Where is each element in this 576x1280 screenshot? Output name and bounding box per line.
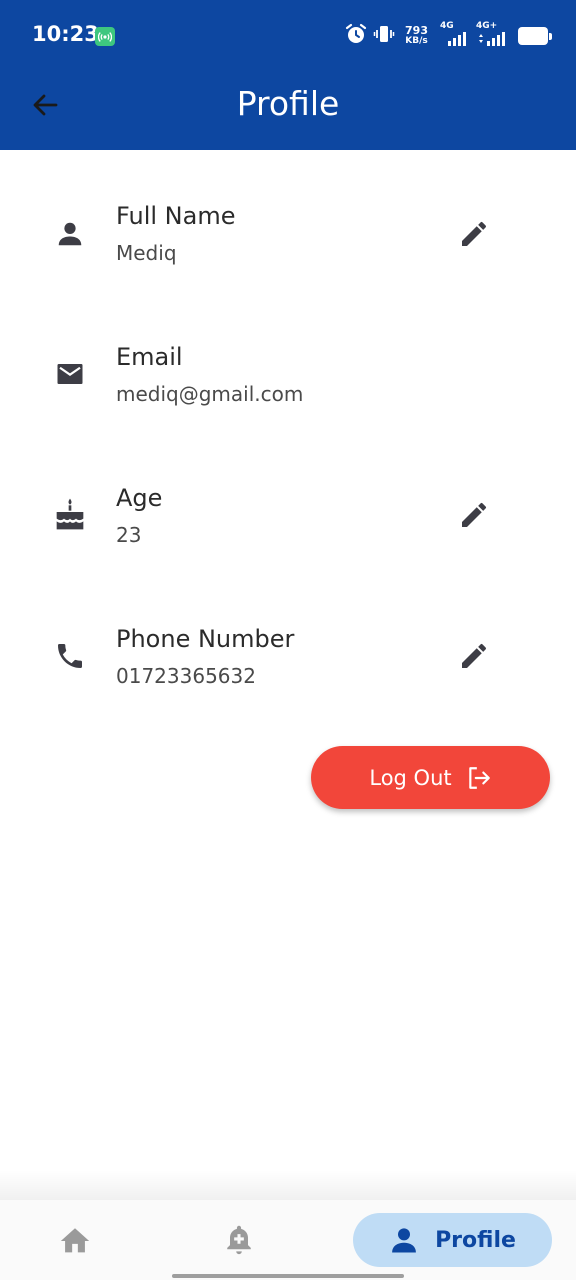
add-alarm-icon: [227, 1225, 251, 1255]
mail-icon: [50, 354, 90, 394]
page-title: Profile: [236, 84, 340, 123]
logout-button[interactable]: Log Out: [311, 746, 550, 809]
bottom-nav: Profile: [0, 1200, 576, 1280]
edit-icon: [462, 502, 487, 527]
nav-add-alarm[interactable]: [216, 1218, 262, 1264]
speed-value: 793: [405, 24, 428, 37]
field-full-name: Full Name Mediq: [0, 190, 576, 310]
status-time: 10:23: [32, 22, 99, 46]
person-icon: [50, 214, 90, 254]
sim1-network-label: 4G: [440, 21, 454, 31]
gesture-bar[interactable]: [172, 1274, 404, 1278]
edit-age-button[interactable]: [452, 493, 496, 537]
bottom-nav-shadow: [0, 1170, 576, 1200]
sim1-signal: 4G: [440, 21, 470, 48]
field-email: Email mediq@gmail.com: [0, 331, 576, 451]
alarm-icon: [345, 23, 367, 49]
logout-label: Log Out: [369, 765, 452, 790]
nav-profile[interactable]: Profile: [353, 1213, 552, 1267]
edit-full-name-button[interactable]: [452, 212, 496, 256]
field-label: Age: [116, 484, 163, 512]
nav-profile-label: Profile: [435, 1227, 516, 1253]
vibrate-icon: [373, 23, 395, 49]
logout-icon: [468, 766, 490, 789]
field-label: Email: [116, 343, 183, 371]
field-value: 01723365632: [116, 664, 256, 688]
person-icon: [392, 1228, 416, 1253]
hotspot-icon: [95, 27, 115, 46]
status-indicators: 793 KB/s 4G 4G+: [345, 21, 552, 50]
field-phone-number: Phone Number 01723365632: [0, 613, 576, 733]
nav-home[interactable]: [52, 1218, 98, 1264]
phone-icon: [50, 636, 90, 676]
speed-unit: KB/s: [405, 36, 428, 46]
battery-icon: [518, 27, 552, 45]
field-label: Full Name: [116, 202, 236, 230]
field-value: Mediq: [116, 241, 177, 265]
field-value: 23: [116, 523, 142, 547]
sim2-signal: 4G+: [476, 21, 508, 48]
home-icon: [60, 1228, 90, 1253]
status-bar: 10:23 793 KB/s 4G 4G+: [0, 0, 576, 70]
sim2-network-label: 4G+: [476, 21, 498, 31]
edit-icon: [462, 221, 487, 246]
field-label: Phone Number: [116, 625, 295, 653]
edit-icon: [462, 643, 487, 668]
cake-icon: [50, 494, 90, 534]
field-age: Age 23: [0, 472, 576, 592]
app-bar: 10:23 793 KB/s 4G 4G+ Profile: [0, 0, 576, 150]
edit-phone-number-button[interactable]: [452, 634, 496, 678]
network-speed: 793 KB/s: [405, 24, 428, 46]
field-value: mediq@gmail.com: [116, 382, 304, 406]
